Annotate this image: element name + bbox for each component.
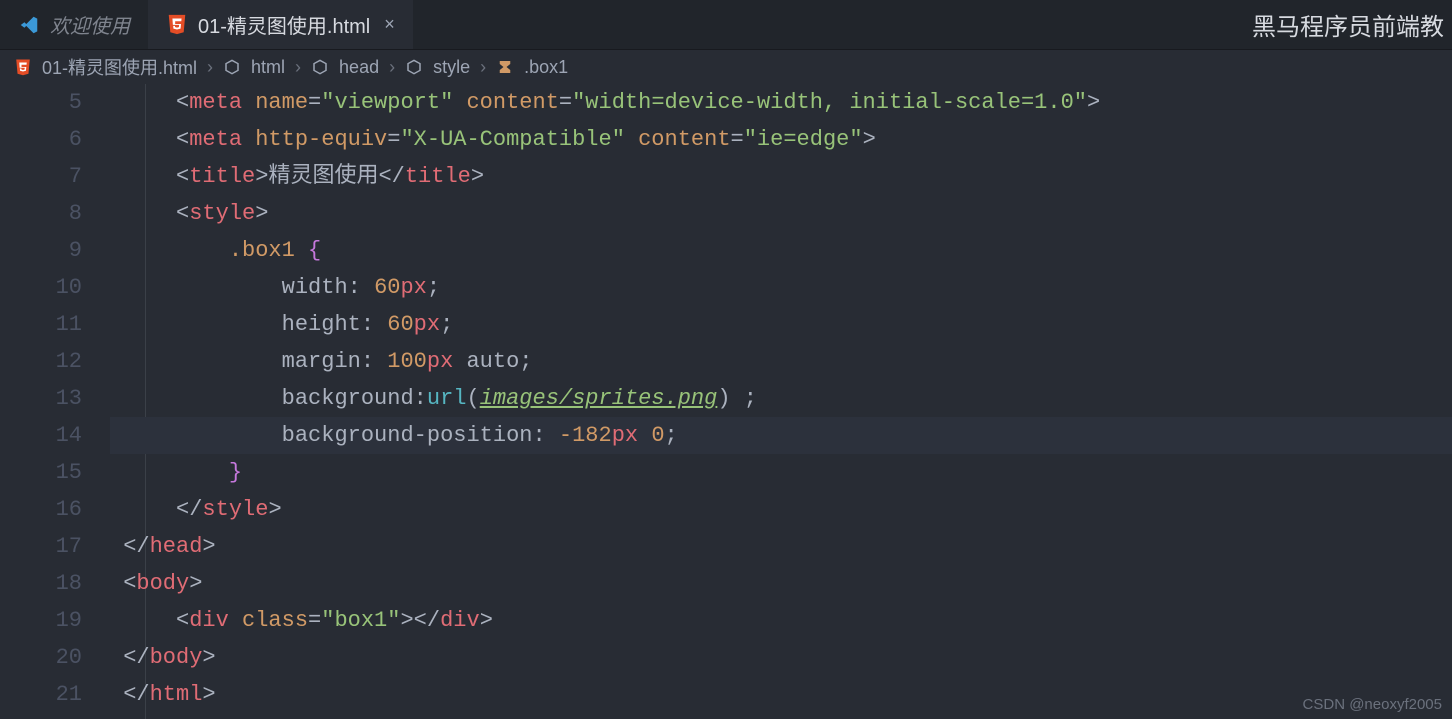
block-icon <box>311 58 329 76</box>
line-number: 10 <box>0 269 82 306</box>
close-icon[interactable]: × <box>384 14 395 35</box>
html5-icon <box>166 13 188 35</box>
line-number: 18 <box>0 565 82 602</box>
block-icon <box>223 58 241 76</box>
line-number: 19 <box>0 602 82 639</box>
breadcrumb-item: .box1 <box>524 57 568 78</box>
tab-label: 欢迎使用 <box>50 10 130 39</box>
html5-icon <box>14 58 32 76</box>
line-number: 16 <box>0 491 82 528</box>
chevron-right-icon: › <box>480 57 486 78</box>
header-title: 黑马程序员前端教 <box>1244 0 1452 49</box>
code-line: background:url(images/sprites.png) ; <box>110 380 1452 417</box>
chevron-right-icon: › <box>295 57 301 78</box>
breadcrumb-item: style <box>433 57 470 78</box>
breadcrumb-item: head <box>339 57 379 78</box>
code-line: } <box>110 454 1452 491</box>
block-icon <box>405 58 423 76</box>
code-line: </body> <box>110 639 1452 676</box>
line-number: 8 <box>0 195 82 232</box>
tab-welcome[interactable]: 欢迎使用 <box>0 0 148 49</box>
vscode-icon <box>18 14 40 36</box>
code-area[interactable]: <meta name="viewport" content="width=dev… <box>110 84 1452 719</box>
breadcrumb-file: 01-精灵图使用.html <box>42 54 197 80</box>
line-number: 12 <box>0 343 82 380</box>
code-line: <meta name="viewport" content="width=dev… <box>110 84 1452 121</box>
line-number: 20 <box>0 639 82 676</box>
line-number: 15 <box>0 454 82 491</box>
breadcrumb-item: html <box>251 57 285 78</box>
code-line: <meta http-equiv="X-UA-Compatible" conte… <box>110 121 1452 158</box>
line-number: 14 <box>0 417 82 454</box>
code-line: <style> <box>110 195 1452 232</box>
tab-label: 01-精灵图使用.html <box>198 10 370 39</box>
line-number: 13 <box>0 380 82 417</box>
code-line: </style> <box>110 491 1452 528</box>
code-line: <div class="box1"></div> <box>110 602 1452 639</box>
tab-bar: 欢迎使用 01-精灵图使用.html × 黑马程序员前端教 <box>0 0 1452 50</box>
line-number: 17 <box>0 528 82 565</box>
breadcrumb[interactable]: 01-精灵图使用.html › html › head › style › .b… <box>0 50 1452 84</box>
watermark: CSDN @neoxyf2005 <box>1303 696 1442 713</box>
css-class-icon <box>496 58 514 76</box>
line-number: 21 <box>0 676 82 713</box>
code-line: <title>精灵图使用</title> <box>110 158 1452 195</box>
code-line: width: 60px; <box>110 269 1452 306</box>
code-line: <body> <box>110 565 1452 602</box>
line-number: 7 <box>0 158 82 195</box>
code-line: background-position: -182px 0; <box>110 417 1452 454</box>
code-line: .box1 { <box>110 232 1452 269</box>
chevron-right-icon: › <box>389 57 395 78</box>
line-number: 6 <box>0 121 82 158</box>
code-editor[interactable]: 5 6 7 8 9 10 11 12 13 14 15 16 17 18 19 … <box>0 84 1452 719</box>
line-number: 11 <box>0 306 82 343</box>
code-line: </html> <box>110 676 1452 713</box>
line-number-gutter: 5 6 7 8 9 10 11 12 13 14 15 16 17 18 19 … <box>0 84 110 719</box>
line-number: 9 <box>0 232 82 269</box>
line-number: 5 <box>0 84 82 121</box>
code-line: margin: 100px auto; <box>110 343 1452 380</box>
code-line: height: 60px; <box>110 306 1452 343</box>
chevron-right-icon: › <box>207 57 213 78</box>
tab-active-file[interactable]: 01-精灵图使用.html × <box>148 0 413 49</box>
code-line: </head> <box>110 528 1452 565</box>
